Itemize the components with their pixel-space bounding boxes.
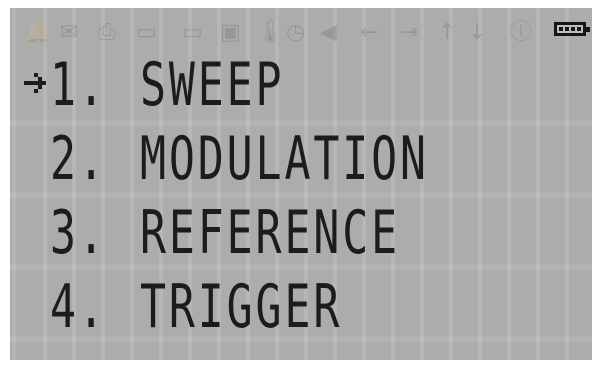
menu-item-number: 2. xyxy=(50,124,107,194)
thermometer-icon: 🌡 xyxy=(256,20,284,45)
clock-icon: ◷ xyxy=(286,20,306,45)
monitor-icon: ▭ xyxy=(182,20,203,45)
mail-icon: ✉ xyxy=(60,20,79,45)
arrow-up-icon: ↑ xyxy=(438,20,457,45)
menu-item-label: TRIGGER xyxy=(140,272,343,342)
menu-item-number: 3. xyxy=(50,198,107,268)
monitor-icon: ▭ xyxy=(136,20,157,45)
menu-item-label: REFERENCE xyxy=(140,198,400,268)
menu-item-reference[interactable]: 3. REFERENCE xyxy=(10,196,592,270)
lcd-screen: 🔔 ✉ ⎙ ▭ ▭ ▣ 🌡 ◷ ◀ ← → ↑ ↓ ⓘ 1. SWEEP 2. … xyxy=(10,8,592,360)
info-icon: ⓘ xyxy=(510,20,533,45)
menu-item-label: SWEEP xyxy=(140,50,285,120)
arrow-left-icon: ← xyxy=(360,20,379,45)
status-bar: 🔔 ✉ ⎙ ▭ ▭ ▣ 🌡 ◷ ◀ ← → ↑ ↓ ⓘ xyxy=(10,14,592,48)
arrow-down-icon: ↓ xyxy=(468,20,487,45)
arrow-right-icon: → xyxy=(400,20,419,45)
bell-icon: 🔔 xyxy=(24,20,52,45)
selection-arrow-icon xyxy=(24,73,46,93)
menu-item-trigger[interactable]: 4. TRIGGER xyxy=(10,270,592,344)
battery-icon xyxy=(554,22,590,36)
menu-item-modulation[interactable]: 2. MODULATION xyxy=(10,122,592,196)
menu-item-number: 4. xyxy=(50,272,107,342)
menu-item-label: MODULATION xyxy=(140,124,429,194)
menu-item-sweep[interactable]: 1. SWEEP xyxy=(10,48,592,122)
speaker-icon: ◀ xyxy=(320,20,337,45)
menu-item-number: 1. xyxy=(50,50,107,120)
main-menu: 1. SWEEP 2. MODULATION 3. REFERENCE 4. T… xyxy=(10,48,592,344)
printer-icon: ⎙ xyxy=(98,20,116,45)
save-icon: ▣ xyxy=(220,20,241,45)
